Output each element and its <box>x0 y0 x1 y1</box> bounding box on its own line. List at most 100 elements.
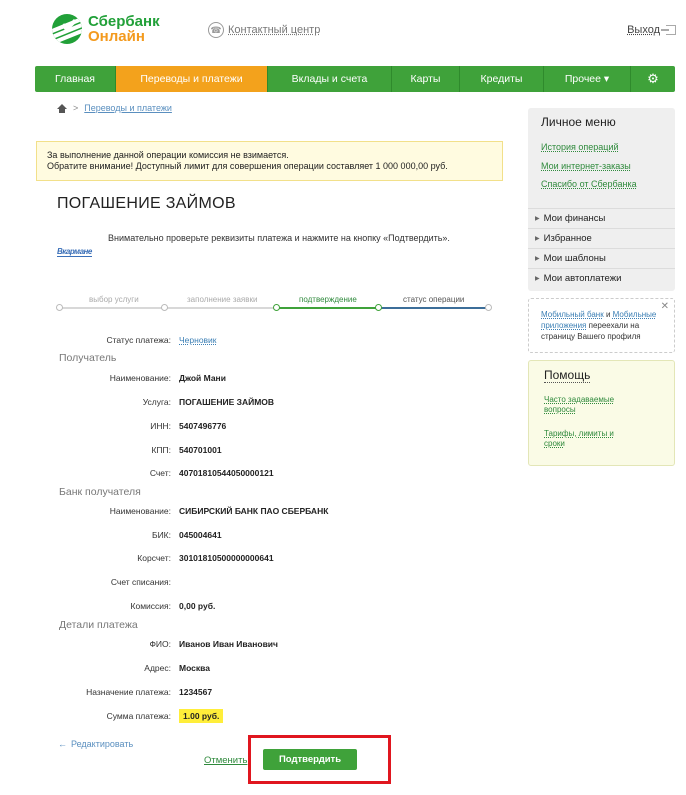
field-status: Статус платежа: <box>58 334 171 346</box>
main-nav: Главная Переводы и платежи Вклады и счет… <box>35 66 675 92</box>
step-dot <box>273 304 280 311</box>
section-payment-details: Детали платежа <box>59 619 138 631</box>
field-value-row: ПОГАШЕНИЕ ЗАЙМОВ <box>179 396 479 408</box>
confirm-button[interactable]: Подтвердить <box>263 749 357 770</box>
nav-item-deposits[interactable]: Вклады и счета <box>268 66 392 92</box>
field-value-row: 5407496776 <box>179 420 479 432</box>
triangle-right-icon: ▶ <box>535 276 540 282</box>
field-value-row: Москва <box>179 662 479 674</box>
step-label-status: статус операции <box>403 295 465 304</box>
commission-notice: За выполнение данной операции комиссия н… <box>36 141 503 181</box>
field-value-row: Иванов Иван Иванович <box>179 638 479 650</box>
field-value-row: 30101810500000000641 <box>179 552 479 564</box>
edit-link[interactable]: ← Редактировать <box>58 739 133 749</box>
personal-menu-title: Личное меню <box>541 115 616 129</box>
field-value-wrap: Черновик <box>179 334 379 346</box>
kpp-value: 540701001 <box>179 445 222 455</box>
field-label: Назначение платежа: <box>86 687 171 697</box>
sberbank-logo[interactable]: Сбербанк Онлайн <box>52 14 160 44</box>
bank-name-value: СИБИРСКИЙ БАНК ПАО СБЕРБАНК <box>179 506 329 516</box>
menu-link-spasibo[interactable]: Спасибо от Сбербанка <box>541 179 637 189</box>
help-title-label: Помощь <box>544 368 591 383</box>
field-label-row: Счет: <box>58 467 171 479</box>
cancel-link[interactable]: Отменить <box>204 755 247 766</box>
field-label: Адрес: <box>144 663 171 673</box>
phone-icon: ☎ <box>208 22 224 38</box>
menu-section-label: Мои автоплатежи <box>543 273 622 284</box>
nav-item-home[interactable]: Главная <box>35 66 116 92</box>
mobile-bank-link[interactable]: Мобильный банк <box>541 310 604 319</box>
nav-item-credits[interactable]: Кредиты <box>460 66 544 92</box>
close-icon[interactable]: ✕ <box>661 301 669 312</box>
step-label-confirm: подтверждение <box>299 295 357 304</box>
help-title[interactable]: Помощь <box>544 368 591 383</box>
purpose-value: 1234567 <box>179 687 213 697</box>
field-label-row: Корсчет: <box>58 552 171 564</box>
notice-line1: За выполнение данной операции комиссия н… <box>47 150 289 160</box>
section-bank: Банк получателя <box>59 486 141 498</box>
menu-section-label: Мои шаблоны <box>543 253 606 264</box>
field-value-row: 1234567 <box>179 686 479 698</box>
triangle-right-icon: ▶ <box>535 256 540 262</box>
field-label: Комиссия: <box>130 601 171 611</box>
field-value-row: 045004641 <box>179 529 479 541</box>
commission-value: 0,00 руб. <box>179 601 216 611</box>
arrow-left-icon: ← <box>58 739 67 749</box>
confirm-instruction: Внимательно проверьте реквизиты платежа … <box>108 233 450 243</box>
field-label-row: Комиссия: <box>58 600 171 612</box>
nav-settings[interactable]: ⚙ <box>631 66 675 92</box>
nav-item-other[interactable]: Прочее ▾ <box>544 66 631 92</box>
menu-section-templates[interactable]: ▶ Мои шаблоны <box>528 248 675 268</box>
field-value-row: СИБИРСКИЙ БАНК ПАО СБЕРБАНК <box>179 505 479 517</box>
contact-center-link[interactable]: ☎ Контактный центр <box>208 22 320 38</box>
field-value-row <box>179 576 479 588</box>
logout-icon <box>661 25 676 35</box>
field-label-row: КПП: <box>58 444 171 456</box>
field-label-row: Наименование: <box>58 505 171 517</box>
address-value: Москва <box>179 663 210 673</box>
info-and: и <box>603 310 613 319</box>
menu-section-favorites[interactable]: ▶ Избранное <box>528 228 675 248</box>
menu-section-finances[interactable]: ▶ Мои финансы <box>528 208 675 228</box>
personal-menu: Личное меню История операций Мои интерне… <box>528 108 675 291</box>
fio-value: Иванов Иван Иванович <box>179 639 278 649</box>
nav-item-transfers[interactable]: Переводы и платежи <box>116 66 268 92</box>
payment-amount-value: 1.00 руб. <box>179 709 224 723</box>
step-label-select-service: выбор услуги <box>89 295 139 304</box>
edit-label: Редактировать <box>71 739 134 749</box>
help-box: Помощь Часто задаваемые вопросы Тарифы, … <box>528 360 675 466</box>
field-label-row: БИК: <box>58 529 171 541</box>
contact-center-label: Контактный центр <box>228 24 321 36</box>
field-value-row: 40701810544050000121 <box>179 467 479 479</box>
field-label: Наименование: <box>109 373 171 383</box>
field-label: Счет списания: <box>110 577 171 587</box>
menu-link-history[interactable]: История операций <box>541 142 619 152</box>
field-value-row: 1.00 руб. <box>179 709 479 723</box>
exit-button[interactable]: Выход <box>627 24 676 36</box>
nav-item-cards[interactable]: Карты <box>392 66 460 92</box>
inn-value: 5407496776 <box>179 421 227 431</box>
notice-line2: Обратите внимание! Доступный лимит для с… <box>47 161 448 171</box>
corr-account-value: 30101810500000000641 <box>179 553 274 563</box>
field-label-row: Сумма платежа: <box>58 710 171 722</box>
help-link-tariffs[interactable]: Тарифы, лимиты и сроки <box>544 429 634 449</box>
field-value-row: 0,00 руб. <box>179 600 479 612</box>
field-label-row: Счет списания: <box>58 576 171 588</box>
field-label-row: Адрес: <box>58 662 171 674</box>
field-label: КПП: <box>151 445 171 455</box>
status-value[interactable]: Черновик <box>179 335 217 345</box>
sberbank-logo-icon <box>52 14 82 44</box>
gear-icon: ⚙ <box>647 71 659 86</box>
exit-label: Выход <box>627 24 660 36</box>
menu-section-autopayments[interactable]: ▶ Мои автоплатежи <box>528 268 675 288</box>
menu-section-label: Избранное <box>543 233 592 244</box>
triangle-right-icon: ▶ <box>535 236 540 242</box>
field-label: Услуга: <box>142 397 171 407</box>
step-dot <box>161 304 168 311</box>
help-link-faq[interactable]: Часто задаваемые вопросы <box>544 395 634 415</box>
menu-link-orders[interactable]: Мои интернет-заказы <box>541 161 631 171</box>
home-icon[interactable] <box>57 103 67 113</box>
field-label-row: Назначение платежа: <box>58 686 171 698</box>
provider-logo: Вкармане <box>57 247 99 261</box>
breadcrumb-link-transfers[interactable]: Переводы и платежи <box>84 103 172 113</box>
